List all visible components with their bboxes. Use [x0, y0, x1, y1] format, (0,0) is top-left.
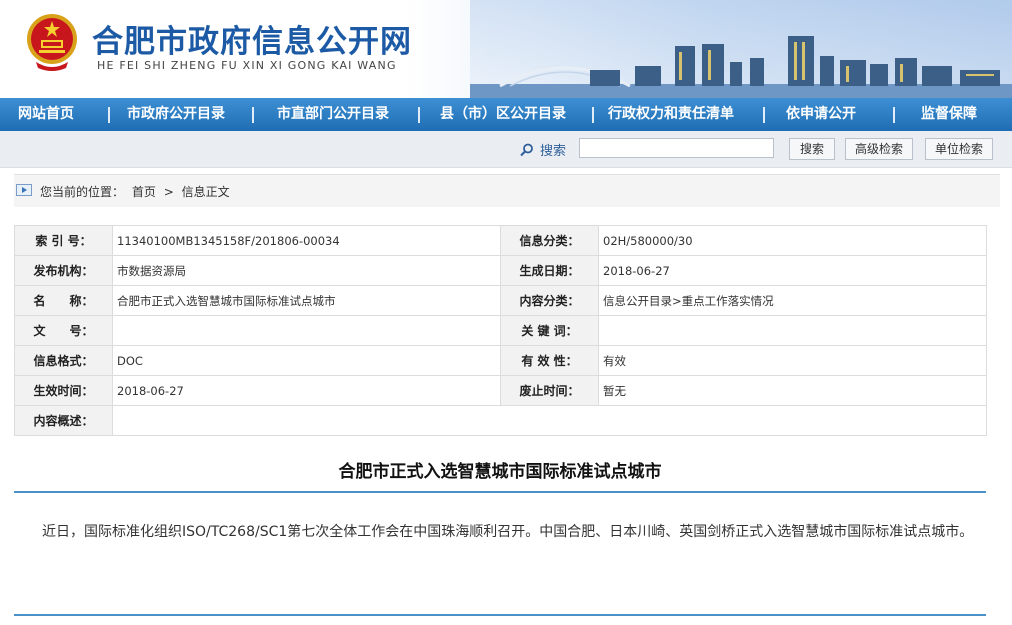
meta-key-effective: 生效时间：	[14, 375, 113, 406]
article-body: 近日，国际标准化组织ISO/TC268/SC1第七次全体工作会在中国珠海顺利召开…	[42, 524, 974, 540]
title-divider	[14, 491, 986, 493]
nav-item-city-gov[interactable]: 市政府公开目录	[127, 98, 225, 131]
advanced-search-button[interactable]: 高级检索	[845, 138, 913, 160]
table-row: 发布机构： 市数据资源局 生成日期： 2018-06-27	[14, 255, 987, 286]
table-row: 索 引 号： 11340100MB1345158F/201806-00034 信…	[14, 225, 987, 256]
meta-key-validity: 有 效 性：	[500, 345, 599, 376]
meta-key-name: 名 称：	[14, 285, 113, 316]
search-button[interactable]: 搜索	[789, 138, 835, 160]
nav-item-city-depts[interactable]: 市直部门公开目录	[277, 98, 389, 131]
national-emblem-icon	[27, 14, 77, 71]
meta-key-category: 信息分类：	[500, 225, 599, 256]
meta-key-content-type: 内容分类：	[500, 285, 599, 316]
unit-search-button[interactable]: 单位检索	[925, 138, 993, 160]
breadcrumb-prefix: 您当前的位置：	[40, 185, 125, 199]
breadcrumb: 您当前的位置： 首页 > 信息正文	[14, 174, 1000, 207]
nav-item-supervision[interactable]: 监督保障	[921, 98, 977, 131]
meta-key-keywords: 关 键 词：	[500, 315, 599, 346]
nav-item-power-list[interactable]: 行政权力和责任清单	[608, 98, 734, 131]
table-row: 文 号： 关 键 词：	[14, 315, 987, 346]
table-row: 生效时间： 2018-06-27 废止时间： 暂无	[14, 375, 987, 406]
breadcrumb-home-link[interactable]: 首页	[132, 185, 156, 199]
meta-value-format: DOC	[112, 345, 501, 376]
meta-value-category: 02H/580000/30	[598, 225, 987, 256]
nav-divider	[418, 107, 420, 123]
meta-key-summary: 内容概述：	[14, 405, 113, 436]
nav-divider	[592, 107, 594, 123]
nav-item-by-request[interactable]: 依申请公开	[786, 98, 856, 131]
nav-divider	[108, 107, 110, 123]
meta-value-summary	[112, 405, 987, 436]
site-banner: 合肥市政府信息公开网 HE FEI SHI ZHENG FU XIN XI GO…	[0, 0, 1012, 98]
search-icon	[520, 143, 533, 156]
meta-key-created: 生成日期：	[500, 255, 599, 286]
main-nav: 网站首页 市政府公开目录 市直部门公开目录 县（市）区公开目录 行政权力和责任清…	[0, 98, 1012, 131]
search-bar: 搜索 搜索 高级检索 单位检索	[0, 131, 1012, 168]
meta-key-index: 索 引 号：	[14, 225, 113, 256]
document-meta-table: 索 引 号： 11340100MB1345158F/201806-00034 信…	[14, 225, 987, 436]
nav-item-counties[interactable]: 县（市）区公开目录	[440, 98, 566, 131]
search-input[interactable]	[579, 138, 774, 158]
search-label-text: 搜索	[540, 144, 567, 159]
table-row: 内容概述：	[14, 405, 987, 436]
city-skyline-image	[470, 0, 1012, 98]
content-divider	[14, 614, 986, 616]
site-title: 合肥市政府信息公开网	[92, 24, 412, 60]
meta-key-format: 信息格式：	[14, 345, 113, 376]
meta-value-doc-number	[112, 315, 501, 346]
meta-value-publisher: 市数据资源局	[112, 255, 501, 286]
meta-key-expiry: 废止时间：	[500, 375, 599, 406]
breadcrumb-current: 信息正文	[181, 185, 230, 199]
nav-item-home[interactable]: 网站首页	[18, 98, 74, 131]
search-label: 搜索	[520, 140, 566, 159]
meta-key-publisher: 发布机构：	[14, 255, 113, 286]
breadcrumb-text: 您当前的位置： 首页 > 信息正文	[40, 183, 230, 200]
meta-value-name: 合肥市正式入选智慧城市国际标准试点城市	[112, 285, 501, 316]
meta-value-validity: 有效	[598, 345, 987, 376]
breadcrumb-arrow-icon	[16, 184, 32, 196]
article-title: 合肥市正式入选智慧城市国际标准试点城市	[338, 462, 662, 482]
meta-value-effective: 2018-06-27	[112, 375, 501, 406]
meta-value-index: 11340100MB1345158F/201806-00034	[112, 225, 501, 256]
breadcrumb-separator: >	[163, 185, 174, 199]
meta-value-content-type: 信息公开目录>重点工作落实情况	[598, 285, 987, 316]
table-row: 名 称： 合肥市正式入选智慧城市国际标准试点城市 内容分类： 信息公开目录>重点…	[14, 285, 987, 316]
nav-divider	[893, 107, 895, 123]
nav-divider	[763, 107, 765, 123]
meta-value-expiry: 暂无	[598, 375, 987, 406]
table-row: 信息格式： DOC 有 效 性： 有效	[14, 345, 987, 376]
site-subtitle: HE FEI SHI ZHENG FU XIN XI GONG KAI WANG	[97, 59, 397, 72]
meta-value-created: 2018-06-27	[598, 255, 987, 286]
nav-divider	[252, 107, 254, 123]
meta-value-keywords	[598, 315, 987, 346]
meta-key-doc-number: 文 号：	[14, 315, 113, 346]
